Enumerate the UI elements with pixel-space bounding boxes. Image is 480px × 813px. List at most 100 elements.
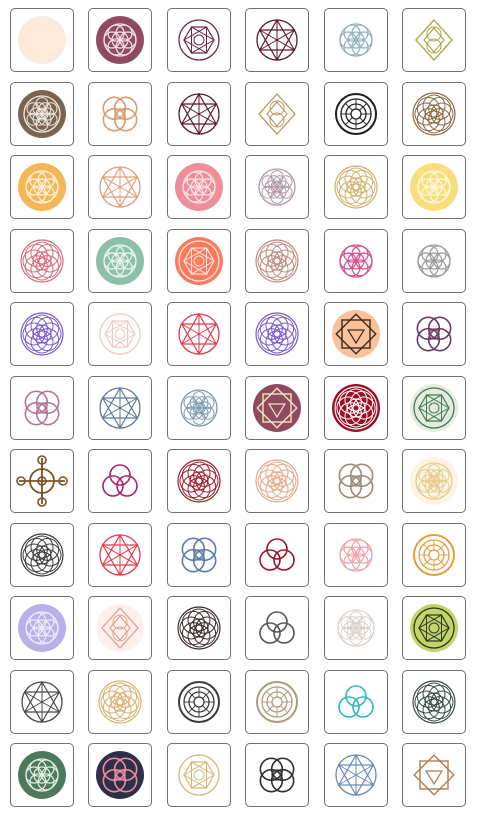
hexagon-mandala-icon bbox=[175, 237, 223, 285]
icon-tile[interactable] bbox=[88, 523, 152, 587]
icon-tile[interactable] bbox=[324, 449, 388, 513]
flower-of-life-icon bbox=[180, 389, 218, 427]
sun-mandala-icon bbox=[256, 681, 298, 723]
rosette-ring-icon bbox=[20, 533, 64, 577]
icon-tile[interactable] bbox=[88, 229, 152, 293]
icon-tile[interactable] bbox=[88, 302, 152, 366]
icon-tile[interactable] bbox=[402, 302, 466, 366]
interlaced-circles-icon bbox=[339, 23, 373, 57]
icon-tile[interactable] bbox=[402, 743, 466, 807]
seed-of-life-icon bbox=[18, 163, 66, 211]
square-triangle-icon bbox=[253, 384, 301, 432]
icon-tile[interactable] bbox=[10, 229, 74, 293]
icon-tile[interactable] bbox=[245, 8, 309, 72]
square-triangle-icon bbox=[413, 754, 455, 796]
icon-tile[interactable] bbox=[88, 376, 152, 440]
icon-tile[interactable] bbox=[10, 743, 74, 807]
icon-tile[interactable] bbox=[10, 376, 74, 440]
icon-tile[interactable] bbox=[245, 523, 309, 587]
icon-tile[interactable] bbox=[324, 376, 388, 440]
icon-tile[interactable] bbox=[245, 155, 309, 219]
rosette-ring-icon bbox=[98, 680, 142, 724]
icon-tile[interactable] bbox=[324, 743, 388, 807]
seed-of-life-icon bbox=[175, 163, 223, 211]
icon-tile[interactable] bbox=[402, 8, 466, 72]
icon-tile[interactable] bbox=[402, 523, 466, 587]
rose-mandala-icon bbox=[18, 16, 66, 64]
icon-tile[interactable] bbox=[402, 229, 466, 293]
icon-tile[interactable] bbox=[245, 376, 309, 440]
icon-tile[interactable] bbox=[402, 376, 466, 440]
metatron-cube-icon bbox=[21, 680, 63, 724]
icon-tile[interactable] bbox=[88, 596, 152, 660]
icon-tile[interactable] bbox=[88, 449, 152, 513]
aperture-icon bbox=[413, 534, 455, 576]
icon-tile[interactable] bbox=[10, 670, 74, 734]
star-flower-icon bbox=[256, 18, 298, 62]
rosette-ring-icon bbox=[412, 92, 456, 136]
icon-tile[interactable] bbox=[245, 229, 309, 293]
merkaba-icon bbox=[99, 313, 141, 355]
icon-tile[interactable] bbox=[167, 743, 231, 807]
interlaced-circles-icon bbox=[259, 757, 295, 793]
concentric-circles-icon bbox=[335, 93, 377, 135]
concentric-circles-icon bbox=[178, 681, 220, 723]
icon-tile[interactable] bbox=[10, 302, 74, 366]
icon-tile[interactable] bbox=[167, 523, 231, 587]
icon-tile[interactable] bbox=[324, 8, 388, 72]
knot-rings-icon bbox=[96, 751, 144, 799]
icon-tile[interactable] bbox=[167, 596, 231, 660]
icon-tile[interactable] bbox=[88, 743, 152, 807]
interlaced-knot-icon bbox=[181, 537, 217, 573]
hexagon-mandala-icon bbox=[178, 19, 220, 61]
icon-tile[interactable] bbox=[402, 82, 466, 146]
rosette-ring-icon bbox=[20, 312, 64, 356]
knot-rings-icon bbox=[416, 316, 452, 352]
icon-tile[interactable] bbox=[245, 449, 309, 513]
triple-rings-icon bbox=[102, 464, 138, 497]
icon-tile[interactable] bbox=[324, 302, 388, 366]
icon-tile[interactable] bbox=[88, 155, 152, 219]
merkaba-icon bbox=[178, 754, 220, 796]
icon-tile[interactable] bbox=[245, 302, 309, 366]
icon-tile[interactable] bbox=[245, 743, 309, 807]
icon-tile[interactable] bbox=[10, 8, 74, 72]
icon-tile[interactable] bbox=[10, 523, 74, 587]
icon-tile[interactable] bbox=[88, 8, 152, 72]
icon-tile[interactable] bbox=[10, 596, 74, 660]
icon-tile[interactable] bbox=[167, 82, 231, 146]
icon-tile[interactable] bbox=[88, 82, 152, 146]
icon-tile[interactable] bbox=[402, 670, 466, 734]
icon-tile[interactable] bbox=[324, 229, 388, 293]
icon-tile[interactable] bbox=[88, 670, 152, 734]
icon-tile[interactable] bbox=[324, 82, 388, 146]
icon-tile[interactable] bbox=[10, 155, 74, 219]
icon-tile[interactable] bbox=[324, 670, 388, 734]
icon-tile[interactable] bbox=[324, 523, 388, 587]
rosette-ring-icon bbox=[334, 165, 378, 209]
icon-tile[interactable] bbox=[245, 670, 309, 734]
icon-tile[interactable] bbox=[167, 670, 231, 734]
icon-tile[interactable] bbox=[402, 155, 466, 219]
icon-tile[interactable] bbox=[167, 8, 231, 72]
icon-tile[interactable] bbox=[167, 229, 231, 293]
icon-tile[interactable] bbox=[167, 302, 231, 366]
diamond-arrow-icon bbox=[258, 93, 296, 135]
seed-of-life-icon bbox=[410, 163, 458, 211]
icon-tile[interactable] bbox=[402, 449, 466, 513]
circle-cross-icon bbox=[16, 455, 68, 507]
icon-tile[interactable] bbox=[402, 596, 466, 660]
icon-tile[interactable] bbox=[245, 82, 309, 146]
vesica-diamond-icon bbox=[415, 19, 453, 61]
icon-tile[interactable] bbox=[245, 596, 309, 660]
icon-tile[interactable] bbox=[324, 155, 388, 219]
icon-tile[interactable] bbox=[10, 449, 74, 513]
triple-rings-icon bbox=[338, 685, 374, 718]
icon-tile[interactable] bbox=[167, 155, 231, 219]
seed-of-life-icon bbox=[18, 604, 66, 652]
icon-tile[interactable] bbox=[324, 596, 388, 660]
icon-tile[interactable] bbox=[10, 82, 74, 146]
icon-tile[interactable] bbox=[167, 376, 231, 440]
icon-tile[interactable] bbox=[167, 449, 231, 513]
square-triangle-icon bbox=[332, 310, 380, 358]
